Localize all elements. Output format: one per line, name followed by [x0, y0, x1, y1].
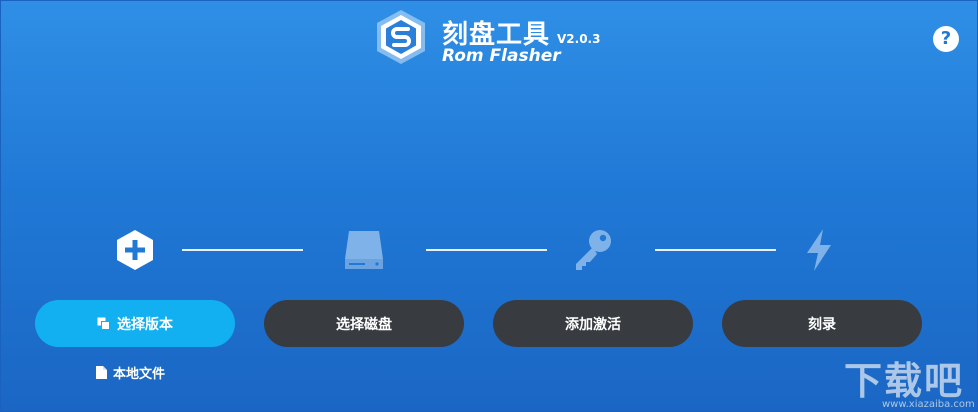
burn-label: 刻录: [808, 316, 836, 333]
local-file-link[interactable]: 本地文件: [96, 363, 165, 382]
copy-icon: [97, 317, 110, 330]
step-connector-1: [182, 249, 303, 251]
burn-button[interactable]: 刻录: [722, 300, 922, 347]
app-logo-icon: [377, 10, 425, 64]
help-button[interactable]: ?: [933, 26, 959, 52]
help-icon: ?: [940, 28, 952, 49]
select-version-button[interactable]: 选择版本: [35, 300, 235, 347]
app-title-en: Rom Flasher: [442, 46, 561, 66]
step-connector-3: [655, 249, 776, 251]
app-version: V2.0.3: [557, 32, 601, 46]
lightning-icon: [807, 229, 831, 271]
watermark-text: 下载吧: [844, 359, 965, 403]
add-activation-label: 添加激活: [565, 316, 621, 333]
select-version-label: 选择版本: [117, 316, 173, 333]
watermark-url: www.xiazaiba.com: [882, 399, 975, 410]
key-icon: [576, 230, 611, 270]
watermark: 下载吧 www.xiazaiba.com: [838, 350, 978, 412]
add-activation-button[interactable]: 添加激活: [493, 300, 693, 347]
select-disk-button[interactable]: 选择磁盘: [264, 300, 464, 347]
app-header: 刻盘工具 Rom Flasher V2.0.3: [372, 8, 622, 70]
local-file-label: 本地文件: [113, 367, 166, 382]
hard-disk-icon: [345, 231, 383, 269]
select-disk-label: 选择磁盘: [336, 316, 392, 333]
plus-hexagon-icon: [117, 230, 153, 270]
file-icon: [96, 366, 107, 379]
step-connector-2: [426, 249, 547, 251]
